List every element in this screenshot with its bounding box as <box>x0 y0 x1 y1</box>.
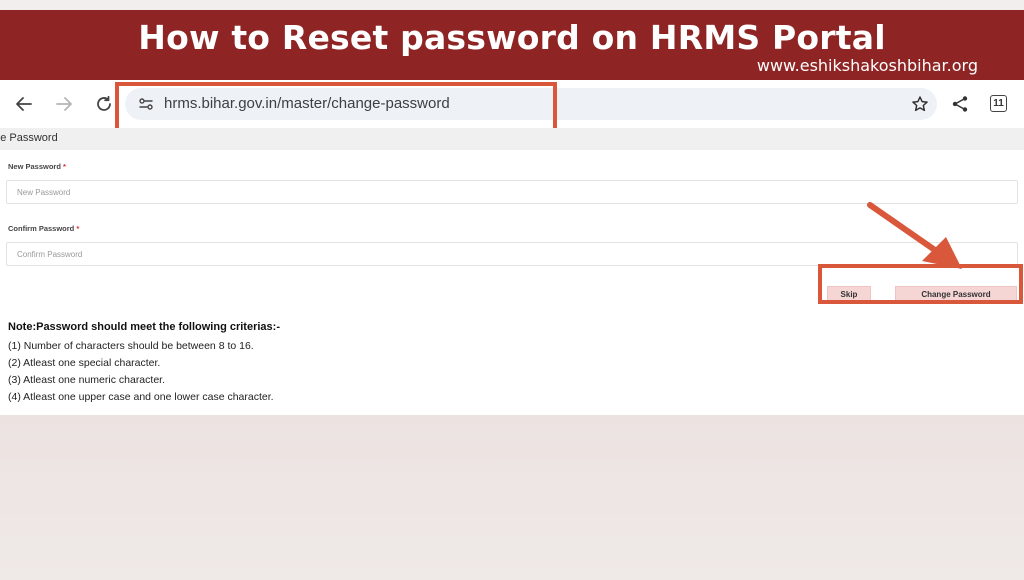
forward-arrow-icon[interactable] <box>52 92 76 116</box>
note-heading: Note:Password should meet the following … <box>8 321 280 333</box>
share-icon[interactable] <box>948 92 972 116</box>
note-item: (3) Atleast one numeric character. <box>8 374 165 386</box>
top-strip <box>0 0 1024 10</box>
banner-website: www.eshikshakoshbihar.org <box>756 56 978 75</box>
confirm-password-placeholder: Confirm Password <box>17 250 83 259</box>
pointer-arrow <box>867 202 962 269</box>
tabs-icon[interactable]: 11 <box>990 95 1007 112</box>
tutorial-banner: How to Reset password on HRMS Portal www… <box>0 10 1024 80</box>
reload-icon[interactable] <box>92 92 116 116</box>
new-password-placeholder: New Password <box>17 188 71 197</box>
note-item: (2) Atleast one special character. <box>8 357 161 369</box>
page-header-bar <box>0 128 1024 150</box>
note-item: (1) Number of characters should be betwe… <box>8 340 254 352</box>
required-marker: * <box>63 162 66 171</box>
banner-title: How to Reset password on HRMS Portal <box>138 18 886 57</box>
star-icon[interactable] <box>908 92 932 116</box>
required-marker: * <box>76 224 80 233</box>
bottom-background <box>0 415 1024 580</box>
page-title: nge Password <box>0 132 58 144</box>
note-item: (4) Atleast one upper case and one lower… <box>8 391 274 403</box>
confirm-password-label: Confirm Password * <box>8 224 80 233</box>
new-password-label: New Password * <box>8 162 66 171</box>
back-arrow-icon[interactable] <box>12 92 36 116</box>
buttons-highlight-box <box>818 264 1023 304</box>
